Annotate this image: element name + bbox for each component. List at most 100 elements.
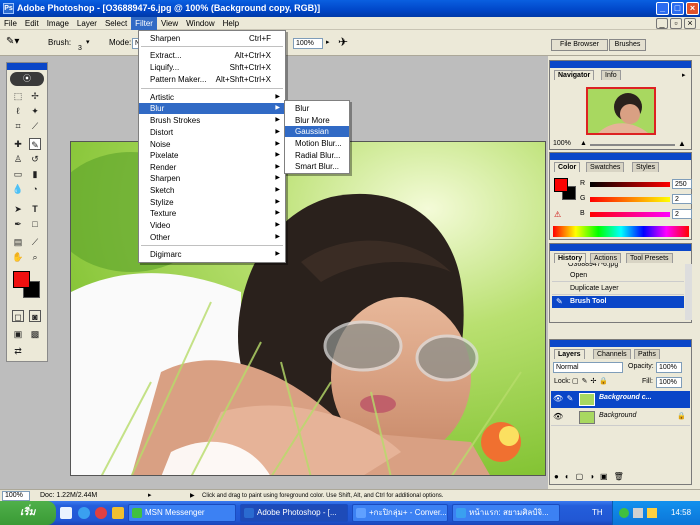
shape-tool-icon[interactable]: □ <box>29 218 41 230</box>
blend-mode-select[interactable]: Normal <box>553 362 623 373</box>
zoom-tool-icon[interactable]: ⌕ <box>29 251 41 263</box>
filter-sketch[interactable]: Sketch ▶ <box>139 185 285 196</box>
filter-render[interactable]: Render ▶ <box>139 162 285 173</box>
tab-swatches[interactable]: Swatches <box>586 162 625 172</box>
language-indicator[interactable]: TH <box>592 501 603 525</box>
doc-close-button[interactable]: × <box>684 18 696 29</box>
filter-artistic[interactable]: Artistic ▶ <box>139 92 285 103</box>
tray-volume-icon[interactable] <box>647 508 657 518</box>
g-input[interactable]: 2 <box>672 194 692 204</box>
tab-history[interactable]: History <box>554 253 587 263</box>
color-titlebar[interactable] <box>550 153 691 160</box>
magic-wand-tool-icon[interactable]: ✦ <box>29 105 41 117</box>
filter-pixelate[interactable]: Pixelate ▶ <box>139 150 285 161</box>
b-input[interactable]: 2 <box>672 209 692 219</box>
filter-noise[interactable]: Noise ▶ <box>139 139 285 150</box>
tray-network-icon[interactable] <box>633 508 643 518</box>
adobe-online-icon[interactable]: ⦿ <box>10 72 44 86</box>
move-tool-icon[interactable]: ✢ <box>29 90 41 102</box>
brush-tool-icon-selected[interactable]: ✎ <box>29 138 41 150</box>
filter-texture[interactable]: Texture ▶ <box>139 208 285 219</box>
history-snapshot[interactable]: O3688947-6.jpg <box>568 263 686 268</box>
toolbox-titlebar[interactable] <box>7 63 47 70</box>
doc-restore-button[interactable]: ▫ <box>670 18 682 29</box>
tab-tool-presets[interactable]: Tool Presets <box>626 253 673 263</box>
filter-pattern-maker[interactable]: Pattern Maker... Alt+Shft+Ctrl+X <box>139 74 285 85</box>
blur-blur-more[interactable]: Blur More <box>285 115 349 126</box>
tray-msn-icon[interactable] <box>619 508 629 518</box>
filter-blur[interactable]: Blur ▶ <box>139 103 285 114</box>
blur-tool-icon[interactable]: 💧 <box>12 183 24 195</box>
lasso-tool-icon[interactable]: ℓ <box>12 105 24 117</box>
layer-row[interactable]: 👁 Background 🔒 <box>551 409 690 426</box>
navigator-menu-arrow-icon[interactable]: ▸ <box>682 71 686 79</box>
tab-paths[interactable]: Paths <box>634 349 660 359</box>
slice-tool-icon[interactable]: ⟋ <box>29 120 41 132</box>
r-slider[interactable] <box>590 182 670 187</box>
filter-last-sharpen[interactable]: Sharpen Ctrl+F <box>139 33 285 44</box>
path-selection-tool-icon[interactable]: ➤ <box>12 203 24 215</box>
menu-image[interactable]: Image <box>43 17 73 30</box>
eyedropper-tool-icon[interactable]: ⟋ <box>29 236 41 248</box>
brush-tool-icon[interactable]: ✎▾ <box>6 36 19 47</box>
history-scrollbar[interactable] <box>685 264 692 320</box>
file-browser-tab[interactable]: File Browser <box>551 39 608 51</box>
clone-stamp-tool-icon[interactable]: ♙ <box>12 153 24 165</box>
zoom-out-icon[interactable]: ▲ <box>580 140 587 147</box>
history-titlebar[interactable] <box>550 244 691 251</box>
hand-tool-icon[interactable]: ✋ <box>12 251 24 263</box>
filter-sharpen[interactable]: Sharpen ▶ <box>139 173 285 184</box>
color-ramp[interactable] <box>553 226 689 237</box>
filter-other[interactable]: Other ▶ <box>139 232 285 243</box>
healing-brush-tool-icon[interactable]: ✚ <box>12 138 24 150</box>
menu-view[interactable]: View <box>157 17 182 30</box>
task-conversation[interactable]: +กะปิกลุ่ม+ - Conver... <box>352 504 448 522</box>
type-tool-icon[interactable]: T <box>29 203 41 215</box>
flow-input[interactable]: 100% <box>293 38 323 49</box>
history-item[interactable]: Open <box>552 270 684 282</box>
quicklaunch-desktop-icon[interactable] <box>60 507 72 519</box>
r-input[interactable]: 250 <box>672 179 692 189</box>
menu-window[interactable]: Window <box>182 17 218 30</box>
menu-edit[interactable]: Edit <box>21 17 43 30</box>
filter-extract[interactable]: Extract... Alt+Ctrl+X <box>139 50 285 61</box>
tab-navigator[interactable]: Navigator <box>554 70 595 80</box>
blur-smart-blur[interactable]: Smart Blur... <box>285 161 349 172</box>
g-slider[interactable] <box>590 197 670 202</box>
tab-layers[interactable]: Layers <box>554 349 585 359</box>
filter-digimarc[interactable]: Digimarc ▶ <box>139 249 285 260</box>
gradient-tool-icon[interactable]: ▮ <box>29 168 41 180</box>
task-browser[interactable]: หน้าแรก: สยามศิลป์จิ... <box>452 504 560 522</box>
quicklaunch-ie-icon[interactable] <box>78 507 90 519</box>
blur-radial-blur[interactable]: Radial Blur... <box>285 150 349 161</box>
layers-titlebar[interactable] <box>550 340 691 347</box>
zoom-in-icon[interactable]: ▲ <box>678 139 686 148</box>
notes-tool-icon[interactable]: ▤ <box>12 236 24 248</box>
task-msn-messenger[interactable]: MSN Messenger <box>128 504 236 522</box>
b-slider[interactable] <box>590 212 670 217</box>
standard-mode-icon[interactable]: ◻ <box>12 310 24 322</box>
brush-picker-arrow-icon[interactable]: ▾ <box>86 38 90 46</box>
filter-distort[interactable]: Distort ▶ <box>139 127 285 138</box>
navigator-zoom-slider[interactable] <box>590 144 675 146</box>
dodge-tool-icon[interactable]: ◔ <box>29 183 41 195</box>
navigator-thumbnail[interactable] <box>586 87 656 135</box>
color-fg-swatch[interactable] <box>554 178 568 192</box>
status-zoom-input[interactable]: 100% <box>2 491 30 501</box>
layer-buttons[interactable]: ●◐▢◑▣🗑 <box>554 472 630 481</box>
quicklaunch-folder-icon[interactable] <box>112 507 124 519</box>
filter-liquify[interactable]: Liquify... Shft+Ctrl+X <box>139 62 285 73</box>
minimize-button[interactable]: _ <box>656 2 669 15</box>
layer-visibility-eye-icon[interactable]: 👁 <box>553 394 563 404</box>
filter-brush-strokes[interactable]: Brush Strokes ▶ <box>139 115 285 126</box>
jump-to-imageready-icon[interactable]: ⇄ <box>12 345 24 357</box>
history-brush-tool-icon[interactable]: ↺ <box>29 153 41 165</box>
navigator-titlebar[interactable] <box>550 61 691 68</box>
brushes-tab[interactable]: Brushes <box>609 39 646 51</box>
menu-filter[interactable]: Filter <box>131 17 157 30</box>
menu-help[interactable]: Help <box>219 17 243 30</box>
task-adobe-photoshop[interactable]: Adobe Photoshop - [... <box>240 504 348 522</box>
filter-stylize[interactable]: Stylize ▶ <box>139 197 285 208</box>
maximize-button[interactable]: □ <box>671 2 684 15</box>
tab-channels[interactable]: Channels <box>593 349 631 359</box>
